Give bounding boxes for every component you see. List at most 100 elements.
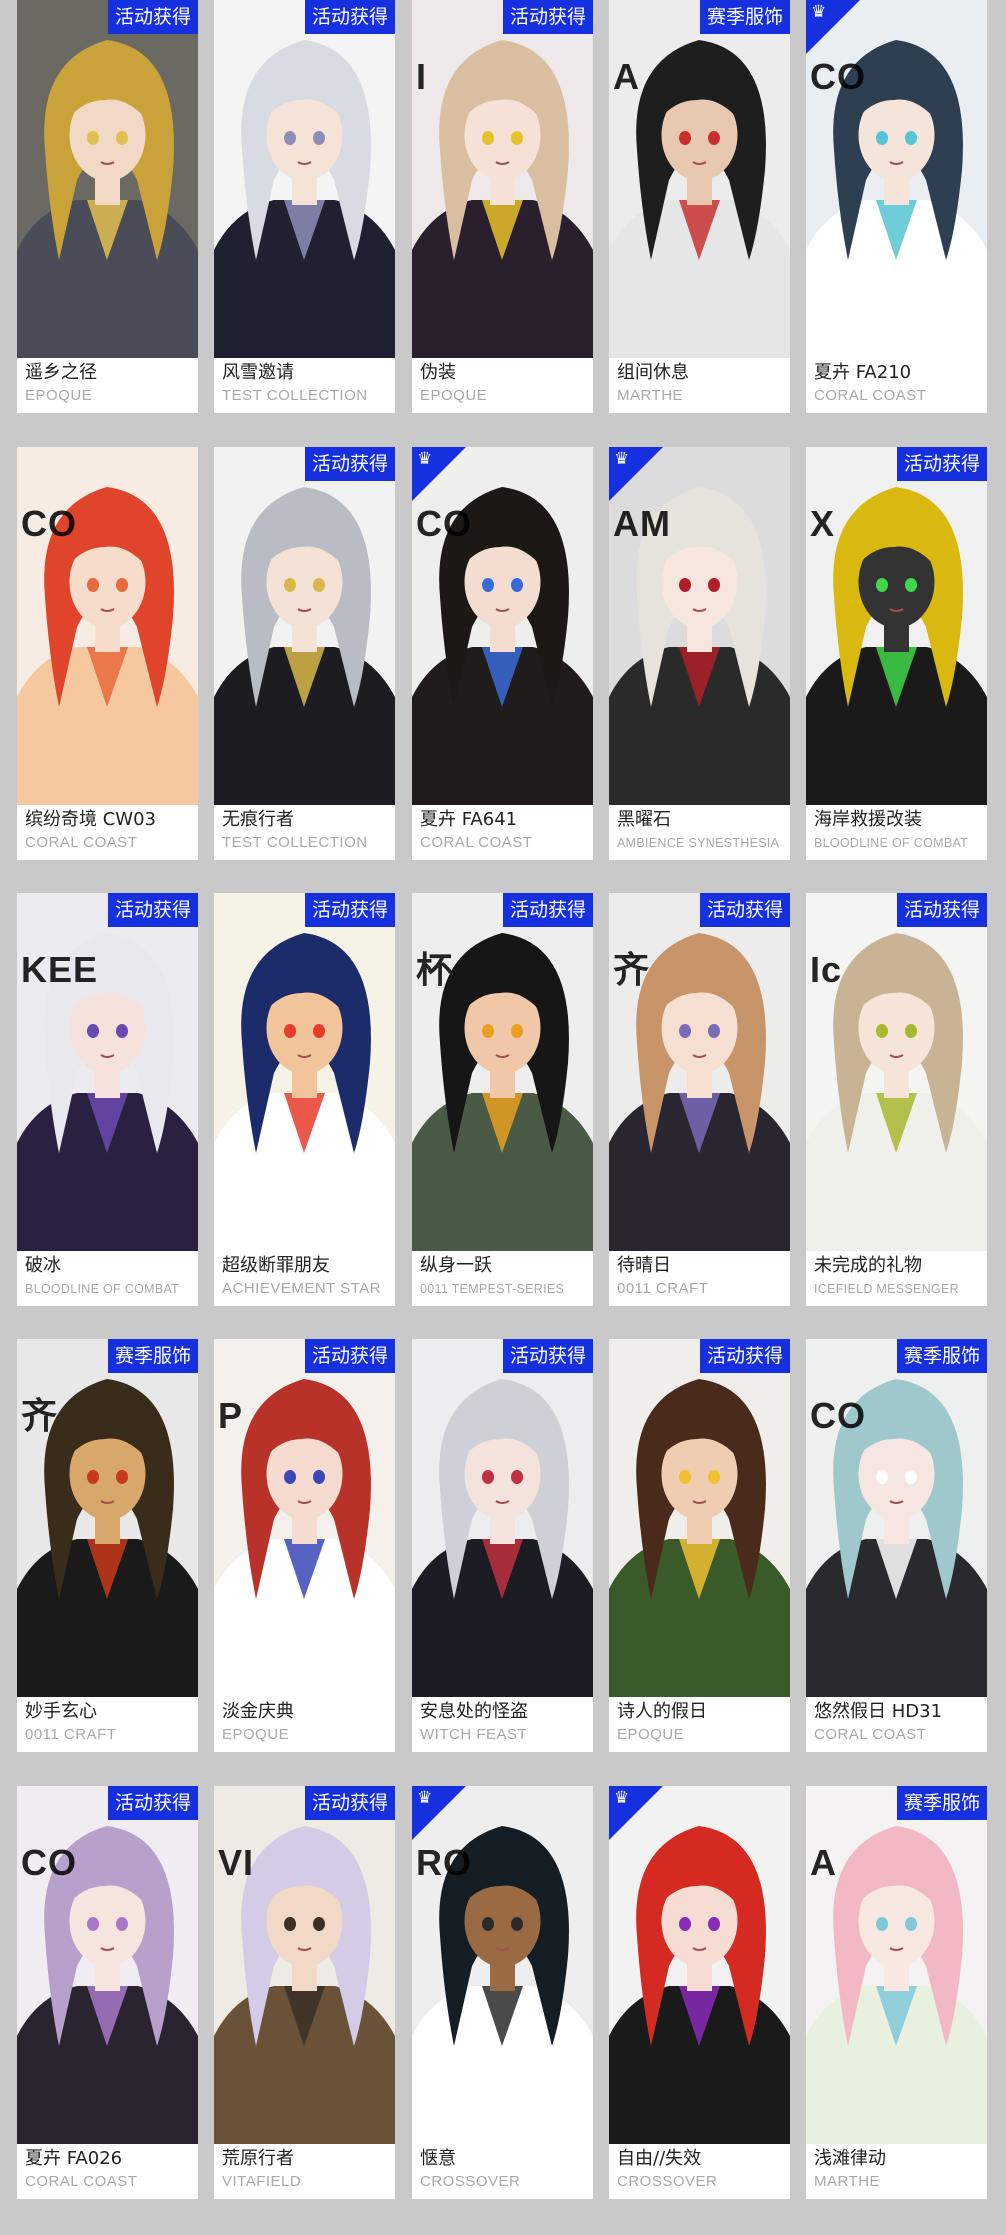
- skin-card[interactable]: X 活动获得 海岸救援改装 BLOODLINE OF COMBAT: [806, 447, 987, 860]
- skin-name: 诗人的假日: [617, 1701, 707, 1722]
- skin-name: 淡金庆典: [222, 1701, 294, 1722]
- brand-watermark: VI: [218, 1842, 255, 1883]
- character-illustration: [214, 1786, 395, 2144]
- brand-watermark: A: [810, 1842, 837, 1883]
- skin-card[interactable]: CO ♛ 夏卉 FA641 CORAL COAST: [412, 447, 593, 860]
- acquisition-badge: 赛季服饰: [699, 0, 790, 34]
- skin-card[interactable]: CO ♛ 夏卉 FA210 CORAL COAST: [806, 0, 987, 413]
- skin-art: 齐: [17, 1339, 198, 1697]
- character-illustration: [609, 893, 790, 1251]
- acquisition-badge: 活动获得: [304, 893, 395, 927]
- character-illustration: [214, 893, 395, 1251]
- acquisition-badge: 活动获得: [502, 1339, 593, 1373]
- brand-watermark: 齐: [613, 949, 651, 990]
- skin-card[interactable]: ♛ 自由//失效 CROSSOVER: [609, 1786, 790, 2199]
- skin-card[interactable]: 活动获得超级断罪朋友 ACHIEVEMENT STAR: [214, 893, 395, 1306]
- skin-name: 伪装: [420, 362, 456, 383]
- character-illustration: [412, 893, 593, 1251]
- skin-card[interactable]: 活动获得 遥乡之径 EPOQUE: [17, 0, 198, 413]
- skin-series: ACHIEVEMENT STAR: [222, 1280, 382, 1297]
- skin-card[interactable]: I 活动获得 伪装 EPOQUE: [412, 0, 593, 413]
- skin-card[interactable]: 活动获得 无痕行者 TEST COLLECTION: [214, 447, 395, 860]
- acquisition-badge: 赛季服饰: [896, 1786, 987, 1820]
- skin-series: CROSSOVER: [617, 2173, 718, 2190]
- skin-card[interactable]: A 赛季服饰 组间休息 MARTHE: [609, 0, 790, 413]
- skin-art: [412, 1339, 593, 1697]
- skin-series: BLOODLINE OF COMBAT: [814, 836, 969, 850]
- acquisition-badge: 赛季服饰: [896, 1339, 987, 1373]
- skin-art: CO: [17, 447, 198, 805]
- skin-card[interactable]: A 赛季服饰 浅滩律动 MARTHE: [806, 1786, 987, 2199]
- skin-name: 组间休息: [617, 362, 689, 383]
- brand-watermark: Ic: [810, 949, 843, 990]
- skin-series: EPOQUE: [420, 387, 488, 404]
- skin-series: 0011 TEMPEST-SERIES: [420, 1282, 565, 1296]
- skin-card[interactable]: KEE 活动获得 破冰 BLOODLINE OF COMBAT: [17, 893, 198, 1306]
- skin-gallery-grid: 活动获得 遥乡之径 EPOQUE 活动获得 风雪邀请 TEST COLLECTION I…: [0, 0, 1006, 2235]
- acquisition-badge: 活动获得: [304, 1339, 395, 1373]
- character-illustration: [17, 893, 198, 1251]
- skin-card[interactable]: CO 缤纷奇境 CW03 CORAL COAST: [17, 447, 198, 860]
- skin-series: TEST COLLECTION: [222, 834, 368, 851]
- skin-card[interactable]: VI 活动获得 荒原行者 VITAFIELD: [214, 1786, 395, 2199]
- brand-watermark: A: [613, 56, 640, 97]
- skin-name: 破冰: [25, 1255, 61, 1276]
- skin-card[interactable]: RO ♛ 惬意 CROSSOVER: [412, 1786, 593, 2199]
- skin-card[interactable]: 齐 活动获得 待晴日 0011 CRAFT: [609, 893, 790, 1306]
- acquisition-badge: 活动获得: [304, 1786, 395, 1820]
- skin-series: CROSSOVER: [420, 2173, 521, 2190]
- skin-series: CORAL COAST: [420, 834, 533, 851]
- skin-name: 缤纷奇境 CW03: [25, 809, 156, 830]
- skin-art: KEE: [17, 893, 198, 1251]
- skin-art: CO: [17, 1786, 198, 2144]
- brand-watermark: X: [810, 503, 836, 544]
- brand-watermark: CO: [416, 503, 472, 544]
- acquisition-badge: 活动获得: [502, 0, 593, 34]
- skin-name: 超级断罪朋友: [222, 1255, 330, 1276]
- skin-name: 浅滩律动: [814, 2148, 886, 2169]
- character-illustration: [214, 447, 395, 805]
- acquisition-badge: 活动获得: [699, 893, 790, 927]
- skin-name: 无痕行者: [222, 809, 294, 830]
- character-illustration: [806, 447, 987, 805]
- skin-series: VITAFIELD: [222, 2173, 302, 2190]
- character-illustration: [609, 0, 790, 358]
- skin-card[interactable]: 杯 活动获得 纵身一跃 0011 TEMPEST-SERIES: [412, 893, 593, 1306]
- skin-card[interactable]: AM ♛ 黑曜石 AMBIENCE SYNESTHESIA: [609, 447, 790, 860]
- skin-art: [214, 893, 395, 1251]
- shop-icon: ♛: [417, 449, 433, 468]
- skin-art: A: [609, 0, 790, 358]
- skin-name: 夏卉 FA641: [420, 809, 518, 830]
- skin-card[interactable]: 活动获得 安息处的怪盗 WITCH FEAST: [412, 1339, 593, 1752]
- acquisition-badge: 活动获得: [896, 447, 987, 481]
- character-illustration: [17, 0, 198, 358]
- acquisition-badge: 活动获得: [107, 0, 198, 34]
- skin-card[interactable]: 活动获得 诗人的假日 EPOQUE: [609, 1339, 790, 1752]
- skin-series: AMBIENCE SYNESTHESIA: [617, 836, 780, 850]
- skin-card[interactable]: CO 活动获得 夏卉 FA026 CORAL COAST: [17, 1786, 198, 2199]
- skin-card[interactable]: P 活动获得 淡金庆典 EPOQUE: [214, 1339, 395, 1752]
- skin-series: CORAL COAST: [25, 834, 138, 851]
- skin-card[interactable]: CO 赛季服饰 悠然假日 HD31 CORAL COAST: [806, 1339, 987, 1752]
- skin-series: BLOODLINE OF COMBAT: [25, 1282, 180, 1296]
- skin-name: 夏卉 FA026: [25, 2148, 123, 2169]
- brand-watermark: CO: [21, 503, 77, 544]
- skin-card[interactable]: Ic 活动获得 未完成的礼物 ICEFIELD MESSENGER: [806, 893, 987, 1306]
- acquisition-badge: 活动获得: [502, 893, 593, 927]
- skin-art: [17, 0, 198, 358]
- skin-card[interactable]: 齐 赛季服饰 妙手玄心 0011 CRAFT: [17, 1339, 198, 1752]
- brand-watermark: CO: [810, 56, 866, 97]
- skin-name: 自由//失效: [617, 2148, 702, 2169]
- brand-watermark: RO: [416, 1842, 472, 1883]
- acquisition-badge: 活动获得: [699, 1339, 790, 1373]
- brand-watermark: CO: [810, 1395, 866, 1436]
- skin-series: WITCH FEAST: [420, 1726, 528, 1743]
- acquisition-badge: 活动获得: [304, 0, 395, 34]
- character-illustration: [806, 1339, 987, 1697]
- brand-watermark: KEE: [21, 949, 99, 990]
- skin-series: CORAL COAST: [814, 387, 927, 404]
- skin-art: X: [806, 447, 987, 805]
- acquisition-badge: 活动获得: [896, 893, 987, 927]
- skin-card[interactable]: 活动获得 风雪邀请 TEST COLLECTION: [214, 0, 395, 413]
- skin-series: 0011 CRAFT: [617, 1280, 709, 1297]
